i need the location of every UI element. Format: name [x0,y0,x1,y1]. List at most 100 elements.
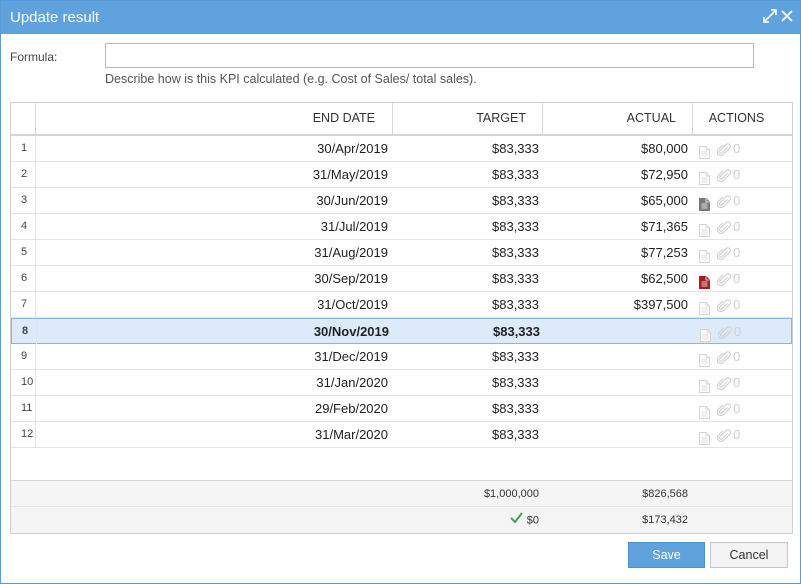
table-row[interactable]: 1 30/Apr/2019 $83,333 $80,000 0 [11,136,792,162]
document-icon[interactable] [699,376,710,393]
paperclip-icon[interactable] [716,427,732,443]
formula-label: Formula: [10,50,58,64]
document-icon[interactable] [700,325,711,342]
row-actions: 0 [699,292,769,317]
row-actual: $77,253 [641,245,688,260]
formula-input[interactable] [105,43,754,68]
attachment-count: 0 [733,193,741,208]
row-target: $83,333 [492,297,539,312]
paperclip-icon[interactable] [716,141,732,157]
row-target: $83,333 [492,375,539,390]
total-actual: $826,568 [642,488,688,500]
dialog-titlebar[interactable]: Update result [1,1,800,34]
document-icon[interactable] [699,168,710,185]
row-target: $83,333 [492,349,539,364]
row-actions: 0 [699,162,769,187]
row-actions: 0 [699,370,769,395]
row-actions: 0 [699,214,769,239]
paperclip-icon[interactable] [716,271,732,287]
row-actual [543,396,688,421]
document-icon[interactable] [699,194,710,211]
paperclip-icon[interactable] [716,375,732,391]
variance-target-cell: $0 [393,507,539,533]
table-row[interactable]: 3 30/Jun/2019 $83,333 $65,000 0 [11,188,792,214]
row-end-date: 31/Aug/2019 [314,245,388,260]
document-icon[interactable] [699,298,710,315]
row-target: $83,333 [492,141,539,156]
variance-row: $0 $173,432 [11,507,792,533]
table-row[interactable]: 9 31/Dec/2019 $83,333 0 [11,344,792,370]
attachment-count: 0 [733,297,741,312]
document-icon[interactable] [699,142,710,159]
row-end-date: 29/Feb/2020 [314,401,388,416]
row-number: 12 [11,422,36,448]
table-row[interactable]: 11 29/Feb/2020 $83,333 0 [11,396,792,422]
row-number: 1 [11,136,36,162]
close-icon[interactable] [779,8,795,24]
table-row[interactable]: 10 31/Jan/2020 $83,333 0 [11,370,792,396]
table-row[interactable]: 12 31/Mar/2020 $83,333 0 [11,422,792,448]
attachment-count: 0 [733,401,741,416]
document-icon[interactable] [699,428,710,445]
formula-hint: Describe how is this KPI calculated (e.g… [105,72,477,86]
paperclip-icon[interactable] [717,324,733,340]
save-button[interactable]: Save [628,542,705,568]
paperclip-icon[interactable] [716,219,732,235]
row-actual: $71,365 [641,219,688,234]
paperclip-icon[interactable] [716,349,732,365]
document-icon[interactable] [699,246,710,263]
row-actions: 0 [700,319,770,344]
paperclip-icon[interactable] [716,401,732,417]
attachment-count: 0 [733,167,741,182]
attachment-count: 0 [733,349,741,364]
row-target: $83,333 [492,401,539,416]
paperclip-icon[interactable] [716,297,732,313]
row-end-date: 31/Mar/2020 [315,427,388,442]
total-target: $1,000,000 [483,488,539,500]
document-icon[interactable] [699,350,710,367]
row-actual [543,422,688,447]
table-row[interactable]: 8 30/Nov/2019 $83,333 0 [11,318,792,345]
document-icon[interactable] [699,220,710,237]
table-row[interactable]: 7 31/Oct/2019 $83,333 $397,500 0 [11,292,792,318]
row-actions: 0 [699,136,769,161]
table-row[interactable]: 6 30/Sep/2019 $83,333 $62,500 0 [11,266,792,292]
row-target: $83,333 [492,245,539,260]
attachment-count: 0 [733,141,741,156]
header-target[interactable]: TARGET [393,103,543,134]
row-target: $83,333 [492,167,539,182]
row-number: 6 [11,266,36,292]
paperclip-icon[interactable] [716,245,732,261]
row-number: 11 [11,396,36,422]
row-target: $83,333 [492,427,539,442]
row-actual: $72,950 [641,167,688,182]
attachment-count: 0 [734,324,742,339]
cancel-button[interactable]: Cancel [710,542,788,568]
table-row[interactable]: 4 31/Jul/2019 $83,333 $71,365 0 [11,214,792,240]
paperclip-icon[interactable] [716,193,732,209]
row-number: 5 [11,240,36,266]
attachment-count: 0 [733,427,741,442]
header-actions: ACTIONS [708,111,765,125]
expand-arrows-icon[interactable] [762,8,778,24]
row-actual [544,319,689,344]
document-icon[interactable] [699,272,710,289]
row-actions: 0 [699,266,769,291]
row-actual: $62,500 [641,271,688,286]
row-number: 8 [12,319,37,345]
row-end-date: 31/Jan/2020 [316,375,388,390]
dialog-title: Update result [10,9,100,26]
document-icon[interactable] [699,402,710,419]
results-grid: END DATE TARGET ACTUAL ACTIONS 1 30/Apr/2… [10,102,793,534]
row-number: 7 [11,292,36,318]
header-end-date[interactable]: END DATE [36,103,393,134]
row-target: $83,333 [492,193,539,208]
row-actions: 0 [699,422,769,447]
header-actual[interactable]: ACTUAL [543,103,693,134]
table-row[interactable]: 5 31/Aug/2019 $83,333 $77,253 0 [11,240,792,266]
table-row[interactable]: 2 31/May/2019 $83,333 $72,950 0 [11,162,792,188]
paperclip-icon[interactable] [716,167,732,183]
attachment-count: 0 [733,219,741,234]
totals-row: $1,000,000 $826,568 [11,480,792,507]
attachment-count: 0 [733,245,741,260]
